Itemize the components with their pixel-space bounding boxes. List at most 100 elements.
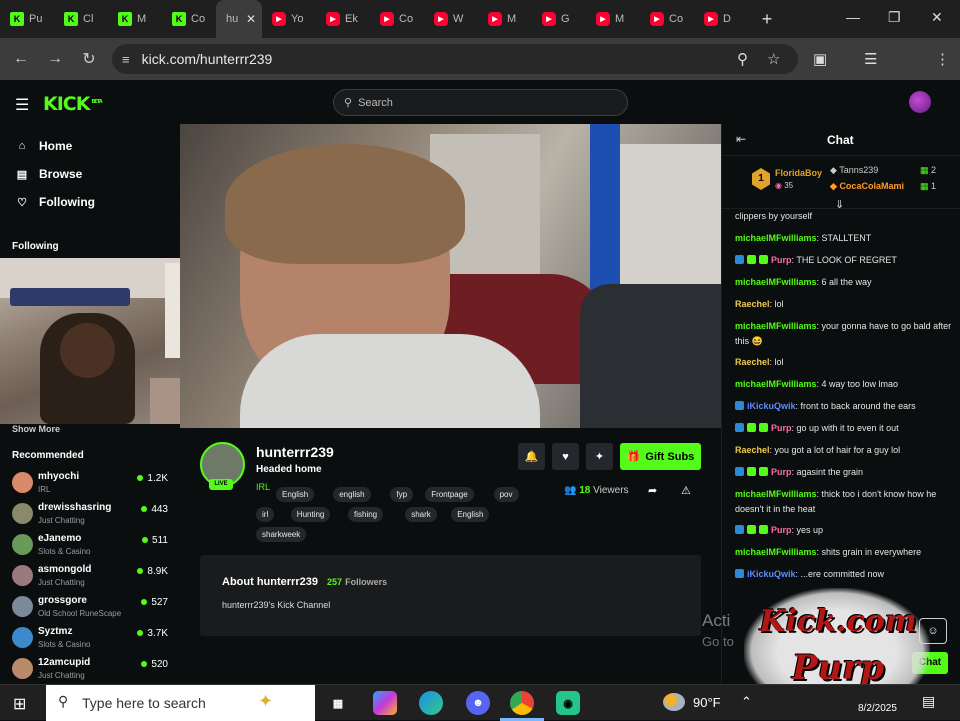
browser-tab[interactable]: ▶ W bbox=[424, 0, 478, 38]
chat-username[interactable]: michaelMFwilliams bbox=[735, 233, 817, 243]
browser-tab[interactable]: hu ✕ bbox=[216, 0, 262, 38]
browser-tab[interactable]: ▶ Yo bbox=[262, 0, 316, 38]
chat-username[interactable]: michaelMFwilliams bbox=[735, 489, 817, 499]
stream-tag[interactable]: fyp bbox=[390, 487, 414, 502]
media-control-icon[interactable]: ☰ bbox=[864, 50, 877, 68]
tab-search-icon[interactable]: ▣ bbox=[813, 50, 827, 68]
search-input[interactable]: ⚲ Search bbox=[333, 89, 628, 116]
chat-username[interactable]: Purp bbox=[771, 255, 792, 265]
browser-tab[interactable]: ▶ Ek bbox=[316, 0, 370, 38]
channel-name[interactable]: hunterrr239 bbox=[256, 444, 334, 460]
chat-username[interactable]: Raechel bbox=[735, 445, 770, 455]
hamburger-menu-icon[interactable]: ☰ bbox=[15, 95, 29, 115]
menu-dots-icon[interactable]: ⋮ bbox=[935, 50, 950, 68]
browser-tab[interactable]: ▶ M bbox=[478, 0, 532, 38]
discord-icon[interactable]: ☻ bbox=[466, 691, 490, 715]
stream-tag[interactable]: English bbox=[451, 507, 490, 522]
collapse-chat-icon[interactable]: ⇤ bbox=[736, 132, 746, 146]
close-tab-icon[interactable]: ✕ bbox=[246, 12, 256, 26]
chat-message: michaelMFwilliams: STALLTENT bbox=[735, 231, 955, 246]
address-bar[interactable]: ≡ kick.com/hunterrr239 bbox=[112, 44, 798, 74]
close-window-icon[interactable]: ✕ bbox=[931, 9, 943, 26]
windows-start-icon[interactable]: ⊞ bbox=[13, 694, 26, 714]
gift-plus-icon[interactable]: ✦ bbox=[586, 443, 613, 470]
minimize-icon[interactable]: — bbox=[846, 9, 860, 25]
viewers-icon: 👥 bbox=[564, 485, 577, 496]
site-info-icon[interactable]: ≡ bbox=[122, 52, 130, 67]
user-avatar[interactable] bbox=[909, 91, 931, 113]
recommended-channel[interactable]: asmongold Just Chatting 8.9K bbox=[0, 562, 180, 593]
stream-tag[interactable]: pov bbox=[493, 487, 519, 502]
stream-tag[interactable]: English bbox=[276, 487, 315, 502]
stream-tag[interactable]: shark bbox=[405, 507, 437, 522]
sidebar-item-browse[interactable]: ▤ Browse bbox=[0, 160, 180, 188]
chevron-up-icon[interactable]: ⌃ bbox=[741, 694, 752, 710]
chat-username[interactable]: Purp bbox=[771, 525, 792, 535]
stream-category[interactable]: IRL bbox=[256, 482, 270, 492]
stream-tag[interactable]: english bbox=[333, 487, 371, 502]
chat-username[interactable]: iKickuQwik bbox=[747, 569, 796, 579]
zoom-icon[interactable]: ⚲ bbox=[737, 50, 748, 68]
copilot-icon[interactable] bbox=[373, 691, 397, 715]
browser-tab[interactable]: K Co bbox=[162, 0, 216, 38]
browser-tab[interactable]: ▶ G bbox=[532, 0, 586, 38]
video-player[interactable] bbox=[180, 124, 721, 428]
stream-tag[interactable]: sharkweek bbox=[256, 527, 307, 542]
new-tab-button[interactable]: + bbox=[752, 0, 782, 38]
chat-username[interactable]: Purp bbox=[771, 467, 792, 477]
app-icon[interactable]: ◉ bbox=[556, 691, 580, 715]
browser-tab[interactable]: K Pu bbox=[0, 0, 54, 38]
chat-username[interactable]: Purp bbox=[771, 423, 792, 433]
recommended-channel[interactable]: mhyochi IRL 1.2K bbox=[0, 469, 180, 500]
browser-tab[interactable]: K Cl bbox=[54, 0, 108, 38]
task-view-icon[interactable]: ▦ bbox=[326, 691, 350, 715]
chrome-icon[interactable] bbox=[510, 691, 534, 715]
browser-tab[interactable]: ▶ D bbox=[694, 0, 748, 38]
browser-tab[interactable]: ▶ Co bbox=[640, 0, 694, 38]
bookmark-star-icon[interactable]: ☆ bbox=[767, 50, 780, 68]
recommended-channel[interactable]: eJanemo Slots & Casino 511 bbox=[0, 531, 180, 562]
follow-heart-icon[interactable]: ♥ bbox=[552, 443, 579, 470]
stream-tag[interactable]: fishing bbox=[348, 507, 384, 522]
show-more-link[interactable]: Show More bbox=[12, 424, 60, 434]
gift-subs-button[interactable]: 🎁 Gift Subs bbox=[620, 443, 701, 470]
chat-username[interactable]: michaelMFwilliams bbox=[735, 547, 817, 557]
chat-username[interactable]: iKickuQwik bbox=[747, 401, 796, 411]
browser-tab[interactable]: KM bbox=[108, 0, 162, 38]
channel-avatar bbox=[12, 565, 33, 586]
forward-icon[interactable]: → bbox=[38, 50, 72, 68]
stream-tag[interactable]: irl bbox=[256, 507, 275, 522]
stream-tag[interactable]: Frontpage bbox=[425, 487, 474, 502]
recommended-channel[interactable]: drewisshasring Just Chatting 443 bbox=[0, 500, 180, 531]
chat-text: : THE LOOK OF REGRET bbox=[791, 255, 897, 265]
chat-badge-icon bbox=[747, 423, 756, 432]
reload-icon[interactable]: ↻ bbox=[72, 49, 106, 69]
recommended-channel[interactable]: Syztmz Slots & Casino 3.7K bbox=[0, 624, 180, 655]
taskbar-search-input[interactable]: ⚲ Type here to search ✦ bbox=[46, 685, 315, 721]
sidebar-item-home[interactable]: ⌂ Home bbox=[0, 132, 180, 160]
report-warning-icon[interactable]: ⚠ bbox=[681, 484, 691, 497]
chat-username[interactable]: michaelMFwilliams bbox=[735, 379, 817, 389]
share-icon[interactable]: ➦ bbox=[648, 484, 657, 497]
recommended-channel[interactable]: 12amcupid Just Chatting 520 bbox=[0, 655, 180, 686]
recommended-channel[interactable]: grossgore Old School RuneScape 527 bbox=[0, 593, 180, 624]
leader-name[interactable]: FloridaBoy bbox=[775, 168, 822, 178]
gift-subs-label: Gift Subs bbox=[645, 450, 695, 463]
chat-username[interactable]: Raechel bbox=[735, 357, 770, 367]
chat-username[interactable]: michaelMFwilliams bbox=[735, 277, 817, 287]
notification-icon[interactable]: ▤ bbox=[922, 693, 935, 710]
chat-username[interactable]: michaelMFwilliams bbox=[735, 321, 817, 331]
leader-name[interactable]: Tanns239 bbox=[839, 165, 878, 175]
leader-name[interactable]: CocaColaMami bbox=[839, 181, 904, 191]
back-icon[interactable]: ← bbox=[4, 50, 38, 68]
stream-tag[interactable]: Hunting bbox=[290, 507, 331, 522]
tab-title: Pu bbox=[29, 13, 43, 25]
kick-logo[interactable]: KICK BETA bbox=[43, 93, 103, 115]
edge-icon[interactable] bbox=[419, 691, 443, 715]
restore-icon[interactable]: ❐ bbox=[888, 9, 901, 26]
browser-tab[interactable]: ▶ M bbox=[586, 0, 640, 38]
chat-username[interactable]: Raechel bbox=[735, 299, 770, 309]
notification-bell-icon[interactable]: 🔔 bbox=[518, 443, 545, 470]
browser-tab[interactable]: ▶ Co bbox=[370, 0, 424, 38]
sidebar-item-following[interactable]: ♡ Following bbox=[0, 188, 180, 216]
